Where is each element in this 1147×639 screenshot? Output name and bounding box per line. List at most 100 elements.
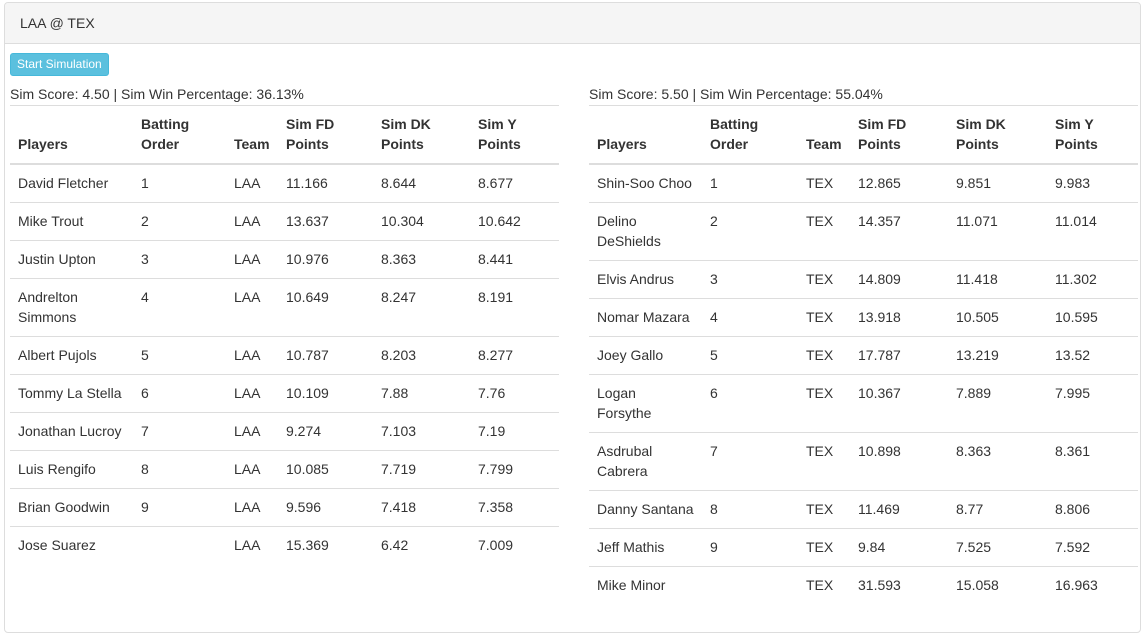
sim-dk-points-cell: 10.304 [373,202,470,241]
table-row: Elvis Andrus 3 TEX 14.809 11.418 11.302 [589,260,1138,299]
sim-y-points-cell: 10.595 [1047,298,1138,337]
sim-y-points-cell: 10.642 [470,202,559,241]
team-cell: LAA [226,164,278,203]
col-header-sim-y-points: Sim Y Points [1047,105,1138,165]
batting-order-cell: 8 [133,450,226,489]
batting-order-cell [133,527,226,565]
batting-order-cell [702,567,798,605]
sim-y-points-cell: 16.963 [1055,577,1098,593]
table-row: Delino DeShields 2 TEX 14.357 11.071 11.014 [589,202,1138,261]
sim-dk-points-cell: 7.418 [373,488,470,527]
sim-y-points-cell: 13.52 [1047,336,1138,375]
sim-fd-points-cell: 11.166 [278,164,373,203]
batting-order-cell: 4 [133,278,226,337]
team-cell: TEX [798,260,850,299]
table-row: Logan Forsythe 6 TEX 10.367 7.889 7.995 [589,374,1138,433]
col-header-sim-y-points: Sim Y Points [470,105,559,165]
col-header-batting-order: Batting Order [702,105,798,165]
team-cell: LAA [226,240,278,279]
sim-dk-points-cell: 8.644 [373,164,470,203]
sim-y-points-cell: 8.806 [1047,490,1138,529]
sim-y-points-cell: 11.302 [1047,260,1138,299]
sim-dk-points-cell: 11.071 [948,202,1047,261]
sim-fd-points-cell: 31.593 [858,577,901,593]
table-row: Luis Rengifo 8 LAA 10.085 7.719 7.799 [10,450,559,489]
players-table: Players Batting Order Team Sim FD Points… [10,105,559,564]
sim-y-points-cell: 8.441 [470,240,559,279]
sim-fd-points-cell: 10.787 [278,336,373,375]
col-header-team: Team [798,105,850,165]
sim-dk-points-cell: 8.203 [373,336,470,375]
sim-y-points-cell: 7.358 [470,488,559,527]
table-row: Mike Minor TEX 31.593 15.058 16.963 [589,567,1138,605]
col-header-sim-fd-points: Sim FD Points [278,105,373,165]
sim-fd-points-cell: 11.469 [850,490,948,529]
table-body: David Fletcher 1 LAA 11.166 8.644 8.677 Mike T… [10,164,559,564]
player-name-cell: Brian Goodwin [10,488,133,527]
player-name-cell: Elvis Andrus [589,260,702,299]
player-name-cell: Tommy La Stella [10,374,133,413]
batting-order-cell: 5 [133,336,226,375]
team-cell: LAA [226,374,278,413]
sim-fd-points-cell: 17.787 [850,336,948,375]
team-cell: TEX [798,164,850,203]
sim-dk-points-cell: 7.525 [948,528,1047,567]
sim-dk-points-cell: 6.42 [381,537,409,553]
col-header-players: Players [589,105,702,165]
sim-y-points-cell: 11.014 [1047,202,1138,261]
player-name-cell: Delino DeShields [589,202,702,261]
batting-order-cell: 2 [702,202,798,261]
player-name-cell: Mike Trout [10,202,133,241]
sim-y-points-cell: 8.677 [470,164,559,203]
sim-dk-points-cell: 8.77 [948,490,1047,529]
sim-fd-points-cell: 10.367 [850,374,948,433]
sim-dk-points-cell: 8.363 [373,240,470,279]
batting-order-cell: 7 [133,412,226,451]
team-cell: TEX [806,577,834,593]
start-simulation-button[interactable]: Start Simulation [10,53,109,76]
sim-fd-points-cell: 14.809 [850,260,948,299]
sim-fd-points-cell: 10.976 [278,240,373,279]
sim-dk-points-cell: 7.889 [948,374,1047,433]
batting-order-cell: 1 [702,164,798,203]
player-name-cell: Jonathan Lucroy [10,412,133,451]
table-row: Danny Santana 8 TEX 11.469 8.77 8.806 [589,490,1138,529]
player-name-cell: Jose Suarez [18,537,96,553]
player-name-cell: Mike Minor [597,577,666,593]
team-cell: TEX [798,374,850,433]
table-row: Shin-Soo Choo 1 TEX 12.865 9.851 9.983 [589,164,1138,203]
sim-fd-points-cell: 10.109 [278,374,373,413]
batting-order-cell: 5 [702,336,798,375]
batting-order-cell: 7 [702,432,798,491]
table-row: David Fletcher 1 LAA 11.166 8.644 8.677 [10,164,559,203]
batting-order-cell: 9 [133,488,226,527]
sim-y-points-cell: 7.19 [470,412,559,451]
sim-fd-points-cell: 13.918 [850,298,948,337]
batting-order-cell: 3 [702,260,798,299]
sim-dk-points-cell: 7.88 [373,374,470,413]
table-header-row: Players Batting Order Team Sim FD Points… [589,105,1138,165]
player-name-cell: Logan Forsythe [589,374,702,433]
team-cell: LAA [226,412,278,451]
players-table: Players Batting Order Team Sim FD Points… [589,105,1138,604]
batting-order-cell: 1 [133,164,226,203]
table-row: Justin Upton 3 LAA 10.976 8.363 8.441 [10,240,559,279]
col-header-team: Team [226,105,278,165]
col-header-sim-dk-points: Sim DK Points [948,105,1047,165]
batting-order-cell: 6 [702,374,798,433]
sim-fd-points-cell: 13.637 [278,202,373,241]
batting-order-cell: 8 [702,490,798,529]
sim-summary: Sim Score: 4.50 | Sim Win Percentage: 36… [10,86,304,102]
team-cell: LAA [226,336,278,375]
home-team-section: Sim Score: 5.50 | Sim Win Percentage: 55… [589,84,1138,604]
table-row: Andrelton Simmons 4 LAA 10.649 8.247 8.191 [10,278,559,337]
team-cell: TEX [798,202,850,261]
player-name-cell: David Fletcher [10,164,133,203]
team-cell: TEX [798,490,850,529]
sim-dk-points-cell: 10.505 [948,298,1047,337]
sim-y-points-cell: 9.983 [1047,164,1138,203]
sim-fd-points-cell: 10.649 [278,278,373,337]
sim-fd-points-cell: 10.085 [278,450,373,489]
table-row: Jeff Mathis 9 TEX 9.84 7.525 7.592 [589,528,1138,567]
player-name-cell: Justin Upton [10,240,133,279]
